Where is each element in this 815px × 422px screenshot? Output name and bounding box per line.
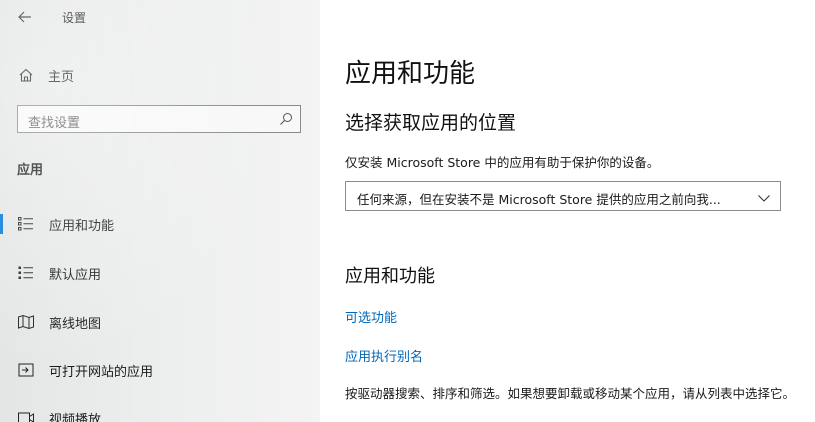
page-title: 应用和功能 <box>345 59 476 89</box>
sidebar-item-label: 默认应用 <box>49 268 102 283</box>
sidebar-item-label: 离线地图 <box>49 317 102 332</box>
window-title: 设置 <box>62 11 87 25</box>
back-button[interactable] <box>12 6 38 28</box>
install-source-dropdown[interactable]: 任何来源，但在安装不是 Microsoft Store 提供的应用之前向我... <box>345 181 781 211</box>
apps-features-icon <box>17 215 35 233</box>
sidebar-item-label: 可打开网站的应用 <box>49 365 154 380</box>
sidebar-section-title: 应用 <box>17 163 44 178</box>
sidebar-item-apps-features[interactable]: 应用和功能 <box>0 207 320 241</box>
apps-description: 按驱动器搜索、排序和筛选。如果想要卸载或移动某个应用，请从列表中选择它。 <box>345 386 796 401</box>
home-nav-item[interactable]: 主页 <box>16 62 74 88</box>
install-description: 仅安装 Microsoft Store 中的应用有助于保护你的设备。 <box>345 155 660 170</box>
search-input[interactable]: 查找设置 <box>17 105 301 133</box>
optional-features-link[interactable]: 可选功能 <box>345 307 397 326</box>
search-placeholder: 查找设置 <box>28 116 81 131</box>
back-arrow-icon <box>18 11 31 23</box>
chevron-down-icon <box>757 190 771 204</box>
sidebar-item-default-apps[interactable]: 默认应用 <box>0 256 320 290</box>
sidebar-item-offline-maps[interactable]: 离线地图 <box>0 305 320 339</box>
home-label: 主页 <box>48 69 75 85</box>
sidebar-item-label: 应用和功能 <box>49 219 115 234</box>
main-content: 应用和功能 选择获取应用的位置 仅安装 Microsoft Store 中的应用… <box>320 0 815 422</box>
sidebar: 设置 主页 查找设置 应用 应用和功能 默认应用 离线地图 可打开网站的应用 视… <box>0 0 320 422</box>
dropdown-selected-value: 任何来源，但在安装不是 Microsoft Store 提供的应用之前向我... <box>357 192 721 207</box>
home-icon <box>16 65 36 85</box>
search-icon[interactable] <box>278 111 294 127</box>
video-playback-icon <box>17 409 35 422</box>
sidebar-item-apps-for-websites[interactable]: 可打开网站的应用 <box>0 353 320 387</box>
app-execution-aliases-link[interactable]: 应用执行别名 <box>345 346 423 365</box>
apps-for-websites-icon <box>17 361 35 379</box>
selection-indicator <box>0 214 3 234</box>
default-apps-icon <box>17 264 35 282</box>
install-section-title: 选择获取应用的位置 <box>345 112 517 134</box>
sidebar-item-video-playback[interactable]: 视频播放 <box>0 401 320 422</box>
title-bar: 设置 <box>0 0 320 34</box>
offline-maps-icon <box>17 313 35 331</box>
apps-section-title: 应用和功能 <box>345 266 435 287</box>
sidebar-item-label: 视频播放 <box>49 413 102 422</box>
